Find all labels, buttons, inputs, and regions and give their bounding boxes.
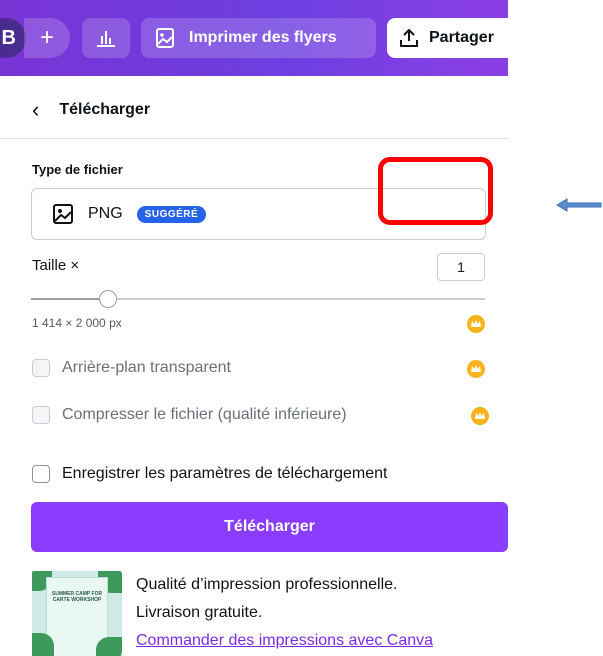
transparent-background-label: Arrière-plan transparent [62, 359, 231, 376]
size-label: Taille × [32, 257, 80, 274]
upload-icon [400, 28, 418, 47]
share-button[interactable]: Partager [387, 18, 517, 58]
editor-top-bar: B + Imprimer des flyers Partager [0, 0, 517, 76]
save-download-settings-checkbox[interactable] [32, 465, 50, 483]
premium-crown-icon [467, 315, 485, 333]
plus-icon: + [39, 24, 54, 51]
save-download-settings-label: Enregistrer les paramètres de télécharge… [62, 465, 388, 482]
print-flyers-button[interactable]: Imprimer des flyers [141, 18, 376, 58]
file-type-value: PNG [88, 205, 123, 222]
file-type-label: Type de fichier [32, 162, 123, 177]
promo-shipping-text: Livraison gratuite. [136, 604, 263, 621]
flyer-thumbnail[interactable]: SUMMER CAMP FOR CARTE WORKSHOP [32, 571, 122, 656]
bar-chart-icon [97, 31, 115, 47]
insights-button[interactable] [82, 18, 130, 58]
transparent-background-checkbox[interactable] [32, 359, 50, 377]
size-input[interactable]: 1 [437, 253, 485, 281]
avatar[interactable]: B [0, 18, 26, 58]
compress-file-checkbox[interactable] [32, 406, 50, 424]
size-slider-fill [31, 298, 109, 300]
avatar-initial: B [1, 26, 16, 49]
promo-quality-text: Qualité d’impression professionnelle. [136, 576, 398, 593]
print-flyers-label: Imprimer des flyers [189, 29, 337, 46]
share-label: Partager [429, 29, 494, 46]
order-prints-link[interactable]: Commander des impressions avec Canva [136, 627, 433, 655]
print-promo: Qualité d’impression professionnelle. Li… [136, 571, 433, 655]
back-chevron-icon[interactable]: ‹ [32, 97, 39, 123]
premium-crown-icon [467, 360, 485, 378]
divider [0, 138, 508, 139]
thumbnail-title: SUMMER CAMP FOR CARTE WORKSHOP [51, 591, 103, 603]
size-slider-handle[interactable] [99, 290, 118, 308]
print-product-icon [156, 28, 174, 48]
download-panel-header: ‹ Télécharger [32, 96, 150, 124]
premium-crown-icon [471, 407, 489, 425]
compress-file-label: Compresser le fichier (qualité inférieur… [62, 406, 347, 423]
download-button[interactable]: Télécharger [31, 502, 508, 552]
image-icon [53, 204, 73, 224]
annotation-arrow-icon [556, 198, 602, 212]
suggested-badge: SUGGÉRÉ [136, 205, 207, 223]
annotation-highlight-box [378, 157, 493, 225]
add-collaborator-button[interactable]: + [24, 18, 70, 58]
panel-title: Télécharger [59, 101, 151, 118]
dimensions-text: 1 414 × 2 000 px [32, 316, 122, 330]
